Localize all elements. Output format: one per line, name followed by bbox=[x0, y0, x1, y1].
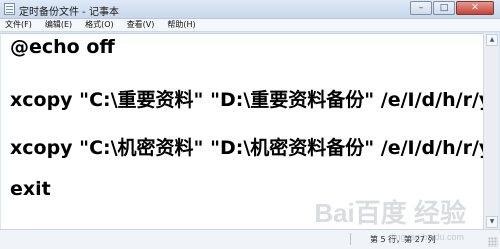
notepad-window: 定时备份文件 - 记事本 – □ ✕ 文件(F) 编辑(E) 格式(O) 查看(… bbox=[0, 0, 500, 249]
menu-format[interactable]: 格式(O) bbox=[85, 19, 114, 31]
notepad-icon bbox=[4, 3, 15, 15]
window-title: 定时备份文件 - 记事本 bbox=[19, 7, 119, 18]
resize-grip-icon[interactable] bbox=[488, 237, 498, 247]
menu-bar: 文件(F) 编辑(E) 格式(O) 查看(V) 帮助(H) bbox=[0, 19, 500, 32]
close-button[interactable]: ✕ bbox=[456, 1, 494, 15]
menu-help[interactable]: 帮助(H) bbox=[167, 19, 195, 31]
menu-view[interactable]: 查看(V) bbox=[127, 19, 155, 31]
editor-line: exit bbox=[10, 178, 51, 200]
editor-line: xcopy "C:\重要资料" "D:\重要资料备份" /e/I/d/h/r/y bbox=[10, 89, 492, 111]
menu-file[interactable]: 文件(F) bbox=[5, 19, 32, 31]
editor-line: xcopy "C:\机密资料" "D:\机密资料备份" /e/I/d/h/r/y bbox=[10, 137, 492, 159]
scroll-down-arrow-icon[interactable]: ▼ bbox=[486, 216, 498, 228]
menu-edit[interactable]: 编辑(E) bbox=[45, 19, 72, 31]
vertical-scrollbar[interactable]: ▲ ▼ bbox=[483, 33, 499, 229]
title-bar[interactable]: 定时备份文件 - 记事本 – □ ✕ bbox=[0, 0, 500, 19]
window-controls: – □ ✕ bbox=[409, 1, 494, 16]
editor-line: @echo off bbox=[10, 36, 115, 58]
maximize-button[interactable]: □ bbox=[433, 1, 455, 15]
watermark-url: jingyan.baidu.com bbox=[391, 232, 464, 242]
watermark-logo: Bai百度 经验 bbox=[314, 198, 466, 228]
minimize-button[interactable]: – bbox=[410, 1, 432, 15]
status-divider bbox=[350, 233, 351, 245]
scroll-up-arrow-icon[interactable]: ▲ bbox=[486, 34, 498, 46]
